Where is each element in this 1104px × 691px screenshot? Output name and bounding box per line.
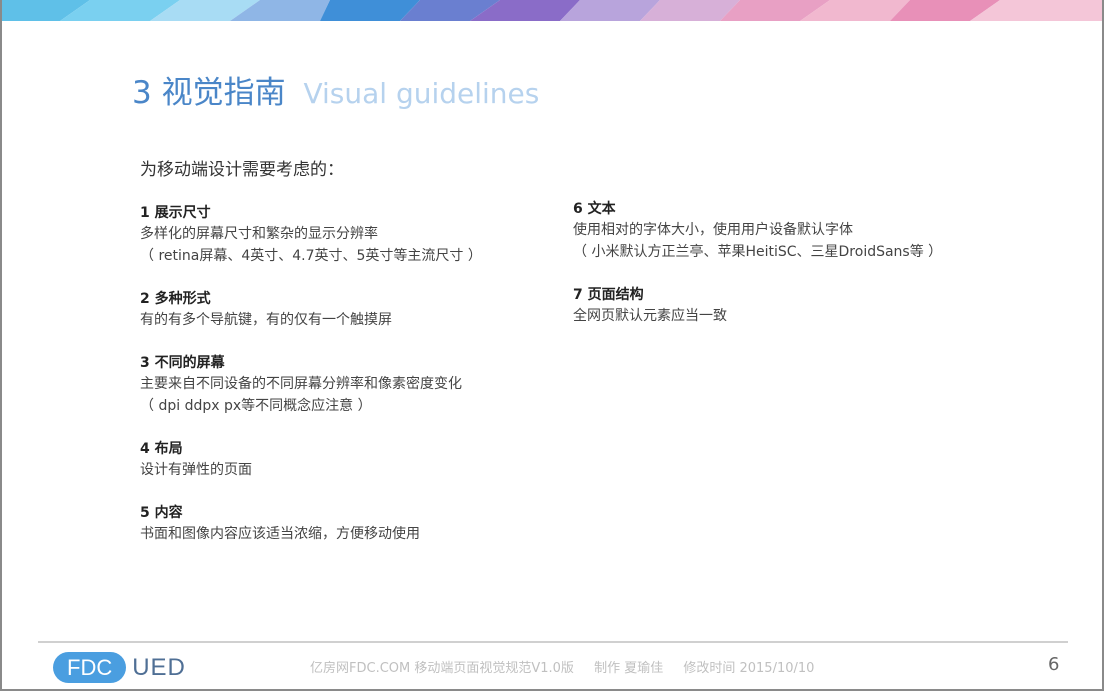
section-display-size: 1 展示尺寸 多样化的屏幕尺寸和繁杂的显示分辨率 （ retina屏幕、4英寸、… [140,203,482,267]
section-title: 6 文本 [573,201,616,217]
footer-divider [38,641,1068,643]
section-line: （ 小米默认方正兰亭、苹果HeitiSC、三星DroidSans等 ） [573,244,943,260]
section-title: 3 不同的屏幕 [140,355,225,371]
footer-doc-name: 亿房网FDC.COM 移动端页面视觉规范V1.0版 [310,661,574,676]
section-line: 多样化的屏幕尺寸和繁杂的显示分辨率 [140,226,378,242]
footer-modified: 修改时间 2015/10/10 [683,661,815,676]
section-layout: 4 布局 设计有弹性的页面 [140,439,482,481]
slide-title: 3 视觉指南 Visual guidelines [132,73,539,114]
section-title: 5 内容 [140,505,183,521]
section-line: （ retina屏幕、4英寸、4.7英寸、5英寸等主流尺寸 ） [140,248,482,264]
left-column: 1 展示尺寸 多样化的屏幕尺寸和繁杂的显示分辨率 （ retina屏幕、4英寸、… [140,203,482,545]
section-line: 设计有弹性的页面 [140,462,252,478]
section-title: 4 布局 [140,441,183,457]
decorative-header-band [0,0,1104,21]
intro-text: 为移动端设计需要考虑的： [140,160,344,180]
section-line: （ dpi ddpx px等不同概念应注意 ） [140,398,372,414]
section-different-screens: 3 不同的屏幕 主要来自不同设备的不同屏幕分辨率和像素密度变化 （ dpi dd… [140,353,482,417]
logo-fdc: FDC [53,652,127,683]
page-number: 6 [1048,654,1060,675]
title-chinese: 视觉指南 [161,75,286,111]
right-column: 6 文本 使用相对的字体大小，使用用户设备默认字体 （ 小米默认方正兰亭、苹果H… [573,199,942,327]
section-line: 全网页默认元素应当一致 [573,308,727,324]
footer-info: 亿房网FDC.COM 移动端页面视觉规范V1.0版 制作 夏瑜佳 修改时间 20… [310,657,830,676]
section-title: 1 展示尺寸 [140,205,211,221]
title-number: 3 [132,75,152,111]
section-title: 2 多种形式 [140,291,211,307]
section-line: 书面和图像内容应该适当浓缩，方便移动使用 [140,526,420,542]
section-page-structure: 7 页面结构 全网页默认元素应当一致 [573,285,942,327]
section-title: 7 页面结构 [573,287,644,303]
section-line: 主要来自不同设备的不同屏幕分辨率和像素密度变化 [140,376,462,392]
section-multiple-forms: 2 多种形式 有的有多个导航键，有的仅有一个触摸屏 [140,289,482,331]
title-english: Visual guidelines [303,77,540,110]
section-line: 有的有多个导航键，有的仅有一个触摸屏 [140,312,392,328]
section-line: 使用相对的字体大小，使用用户设备默认字体 [573,222,853,238]
fdc-ued-logo: FDC UED [53,651,186,684]
logo-ued: UED [132,653,186,681]
section-content: 5 内容 书面和图像内容应该适当浓缩，方便移动使用 [140,503,482,545]
footer-author: 制作 夏瑜佳 [594,661,664,676]
section-text: 6 文本 使用相对的字体大小，使用用户设备默认字体 （ 小米默认方正兰亭、苹果H… [573,199,942,263]
